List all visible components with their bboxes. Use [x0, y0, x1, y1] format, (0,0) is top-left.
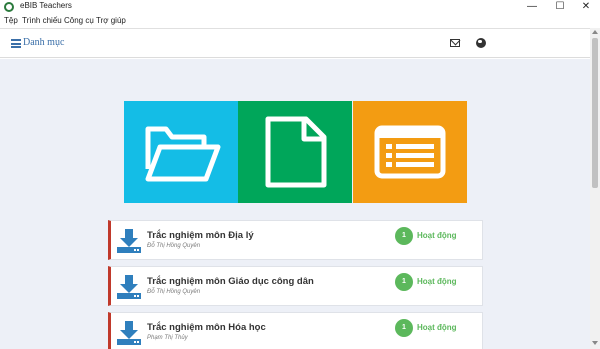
- test-card[interactable]: Trắc nghiệm môn Giáo dục công dân Đỗ Thị…: [108, 266, 483, 306]
- window-titlebar: eBIB Teachers — ☐ ✕: [0, 0, 600, 14]
- menu-help[interactable]: Trợ giúp: [96, 16, 126, 25]
- new-document-tile[interactable]: [238, 101, 352, 203]
- test-author: Đỗ Thị Hồng Quyên: [147, 243, 201, 249]
- close-button[interactable]: ✕: [572, 0, 600, 14]
- menu-file[interactable]: Tệp: [4, 16, 18, 25]
- status-label: Hoạt động: [417, 277, 457, 286]
- scroll-thumb[interactable]: [592, 38, 598, 188]
- folder-open-icon: [145, 126, 221, 182]
- test-title[interactable]: Trắc nghiệm môn Giáo dục công dân: [147, 276, 314, 287]
- list-window-icon: [374, 125, 446, 179]
- test-title[interactable]: Trắc nghiệm môn Hóa học: [147, 322, 266, 333]
- open-folder-tile[interactable]: [124, 101, 238, 203]
- question-count-badge: 1: [395, 227, 413, 245]
- test-title[interactable]: Trắc nghiệm môn Địa lý: [147, 230, 254, 241]
- menu-slideshow[interactable]: Trình chiếu: [22, 16, 62, 25]
- menu-icon[interactable]: [11, 39, 21, 48]
- minimize-button[interactable]: —: [518, 0, 546, 14]
- test-author: Phạm Thị Thủy: [147, 335, 188, 341]
- download-icon[interactable]: [116, 273, 142, 301]
- question-count-badge: 1: [395, 273, 413, 291]
- test-card[interactable]: Trắc nghiệm môn Địa lý Đỗ Thị Hồng Quyên…: [108, 220, 483, 260]
- top-navbar: Danh mục: [0, 28, 598, 58]
- mail-icon[interactable]: [450, 39, 460, 47]
- status-label: Hoạt động: [417, 323, 457, 332]
- document-icon: [265, 116, 327, 188]
- vertical-scrollbar[interactable]: [590, 28, 600, 349]
- menubar: Tệp Trình chiếu Công cụ Trợ giúp: [0, 14, 600, 28]
- question-count-badge: 1: [395, 319, 413, 337]
- download-icon[interactable]: [116, 227, 142, 255]
- scroll-down-arrow-icon[interactable]: [592, 341, 598, 345]
- category-link[interactable]: Danh mục: [23, 37, 64, 48]
- maximize-button[interactable]: ☐: [546, 0, 574, 14]
- scroll-up-arrow-icon[interactable]: [592, 30, 598, 34]
- list-tile[interactable]: [353, 101, 467, 203]
- test-author: Đỗ Thị Hồng Quyên: [147, 289, 201, 295]
- app-logo-icon: [4, 2, 14, 12]
- test-card[interactable]: Trắc nghiệm môn Hóa học Phạm Thị Thủy 1 …: [108, 312, 483, 349]
- download-icon[interactable]: [116, 319, 142, 347]
- window-title: eBIB Teachers: [20, 1, 72, 10]
- globe-icon[interactable]: [476, 38, 486, 48]
- status-label: Hoạt động: [417, 231, 457, 240]
- menu-tools[interactable]: Công cụ: [64, 16, 94, 25]
